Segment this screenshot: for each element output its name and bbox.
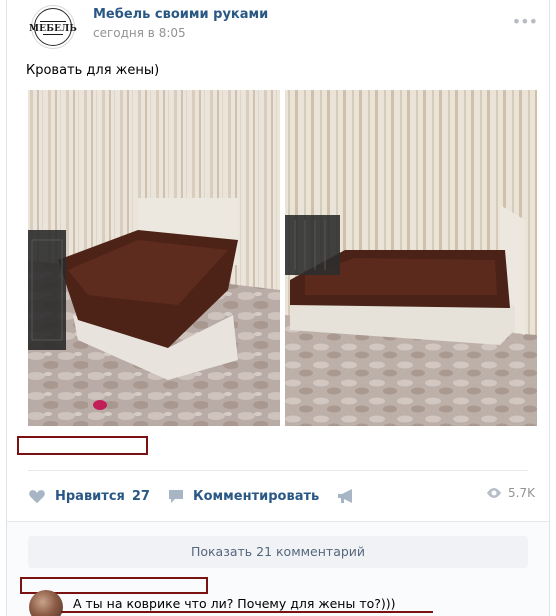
share-button[interactable] [337,488,364,504]
like-label: Нравится [55,488,125,504]
post-actions: Нравится 27 Комментировать [28,485,382,507]
post-photo-2[interactable] [285,90,537,426]
post-time[interactable]: сегодня в 8:05 [93,26,186,40]
divider [28,470,528,471]
eye-icon [486,487,502,499]
comment-underline [61,611,433,613]
heart-icon [28,488,46,504]
comment-button[interactable]: Комментировать [168,488,319,504]
redaction-box [17,436,148,455]
views-counter: 5.7K [486,486,535,500]
views-count: 5.7K [508,486,535,500]
comment-text: А ты на коврике что ли? Почему для жены … [73,596,396,611]
like-count: 27 [131,488,150,504]
show-comments-button[interactable]: Показать 21 комментарий [28,536,528,568]
like-button[interactable]: Нравится 27 [28,488,150,504]
post-card: МЕБЕЛЬ Мебель своими руками сегодня в 8:… [6,0,550,616]
post-photo-1[interactable] [28,90,280,426]
post-author-link[interactable]: Мебель своими руками [93,7,268,22]
more-dots-icon[interactable]: ••• [512,12,538,31]
logo-line [40,21,66,22]
comment-label: Комментировать [192,488,320,504]
post-text: Кровать для жены) [26,63,160,78]
community-avatar[interactable]: МЕБЕЛЬ [29,5,77,49]
logo-text: МЕБЕЛЬ [29,24,77,34]
logo-line [43,34,63,35]
commenter-avatar[interactable] [29,590,63,616]
community-logo: МЕБЕЛЬ [29,8,77,46]
comment-bubble-icon [168,488,184,504]
megaphone-icon [337,488,355,504]
